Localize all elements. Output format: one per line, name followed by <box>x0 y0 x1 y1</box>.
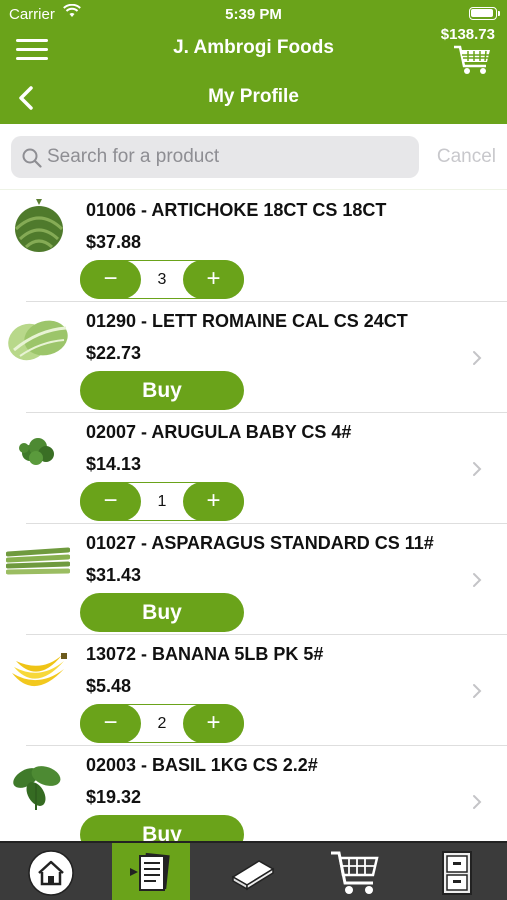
product-price: $19.32 <box>86 787 142 807</box>
asparagus-image <box>6 547 70 575</box>
product-name: 02003 - BASIL 1KG CS 2.2# <box>86 755 318 775</box>
tab-home[interactable] <box>0 843 101 900</box>
page-title: My Profile <box>208 86 299 107</box>
product-list: 01006 - ARTICHOKE 18CT CS 18CT $37.88 − … <box>0 191 507 841</box>
product-price: $37.88 <box>86 232 142 252</box>
product-price: $31.43 <box>86 565 142 585</box>
status-bar: Carrier 5:39 PM <box>0 0 507 28</box>
basil-image <box>13 766 61 810</box>
product-row[interactable]: 01027 - ASPARAGUS STANDARD CS 11# $31.43… <box>0 524 507 635</box>
product-price: $5.48 <box>86 676 132 696</box>
tab-cart[interactable] <box>304 843 405 900</box>
quantity-stepper: − 2 + <box>80 704 244 743</box>
buy-button[interactable]: Buy <box>80 371 244 410</box>
bottom-tab-bar <box>0 841 507 900</box>
cabinet-icon <box>441 850 472 895</box>
tab-account[interactable] <box>406 843 507 900</box>
home-icon <box>27 849 74 896</box>
quantity-value[interactable]: 1 <box>141 483 183 520</box>
buy-button[interactable]: Buy <box>80 815 244 841</box>
product-price: $14.13 <box>86 454 142 474</box>
clock: 5:39 PM <box>225 6 282 23</box>
cancel-button[interactable]: Cancel <box>437 146 496 168</box>
tab-catalog[interactable] <box>202 843 303 900</box>
increase-quantity-button[interactable]: + <box>183 482 244 521</box>
cart-total[interactable]: $138.73 <box>441 26 495 43</box>
quantity-stepper: − 3 + <box>80 260 244 299</box>
increase-quantity-button[interactable]: + <box>183 704 244 743</box>
product-name: 02007 - ARUGULA BABY CS 4# <box>86 422 352 442</box>
quantity-value[interactable]: 2 <box>141 705 183 742</box>
decrease-quantity-button[interactable]: − <box>80 482 141 521</box>
product-row[interactable]: 02007 - ARUGULA BABY CS 4# $14.13 − 1 + <box>0 413 507 524</box>
chevron-right-icon[interactable] <box>472 350 482 366</box>
decrease-quantity-button[interactable]: − <box>80 704 141 743</box>
product-name: 01006 - ARTICHOKE 18CT CS 18CT <box>86 200 387 220</box>
increase-quantity-button[interactable]: + <box>183 260 244 299</box>
chevron-right-icon[interactable] <box>472 683 482 699</box>
arugula-image <box>19 438 54 465</box>
banana-image <box>12 653 67 687</box>
decrease-quantity-button[interactable]: − <box>80 260 141 299</box>
quantity-value[interactable]: 3 <box>141 261 183 298</box>
chevron-right-icon[interactable] <box>472 794 482 810</box>
app-title: J. Ambrogi Foods <box>173 37 334 58</box>
battery-icon <box>469 7 500 20</box>
product-row[interactable]: 01006 - ARTICHOKE 18CT CS 18CT $37.88 − … <box>0 191 507 302</box>
romaine-lettuce-image <box>8 320 68 361</box>
search-box[interactable] <box>11 136 419 178</box>
app-header: Carrier 5:39 PM J. Ambrogi Foods $138.73… <box>0 0 507 124</box>
search-input[interactable] <box>47 144 407 170</box>
product-name: 01027 - ASPARAGUS STANDARD CS 11# <box>86 533 434 553</box>
catalog-book-icon <box>231 859 274 890</box>
chevron-right-icon[interactable] <box>472 572 482 588</box>
cart-icon <box>330 851 379 894</box>
product-row[interactable]: 13072 - BANANA 5LB PK 5# $5.48 − 2 + <box>0 635 507 746</box>
tab-orders[interactable] <box>112 843 190 900</box>
search-bar: Cancel <box>0 124 507 190</box>
quantity-stepper: − 1 + <box>80 482 244 521</box>
product-price: $22.73 <box>86 343 142 363</box>
buy-button[interactable]: Buy <box>80 593 244 632</box>
artichoke-image <box>14 199 64 252</box>
order-list-icon <box>130 852 170 891</box>
product-row[interactable]: 02003 - BASIL 1KG CS 2.2# $19.32 Buy <box>0 746 507 841</box>
shopping-cart-icon[interactable] <box>453 44 493 76</box>
search-icon <box>22 148 42 168</box>
chevron-right-icon[interactable] <box>472 461 482 477</box>
product-name: 13072 - BANANA 5LB PK 5# <box>86 644 324 664</box>
product-row[interactable]: 01290 - LETT ROMAINE CAL CS 24CT $22.73 … <box>0 302 507 413</box>
product-name: 01290 - LETT ROMAINE CAL CS 24CT <box>86 311 408 331</box>
